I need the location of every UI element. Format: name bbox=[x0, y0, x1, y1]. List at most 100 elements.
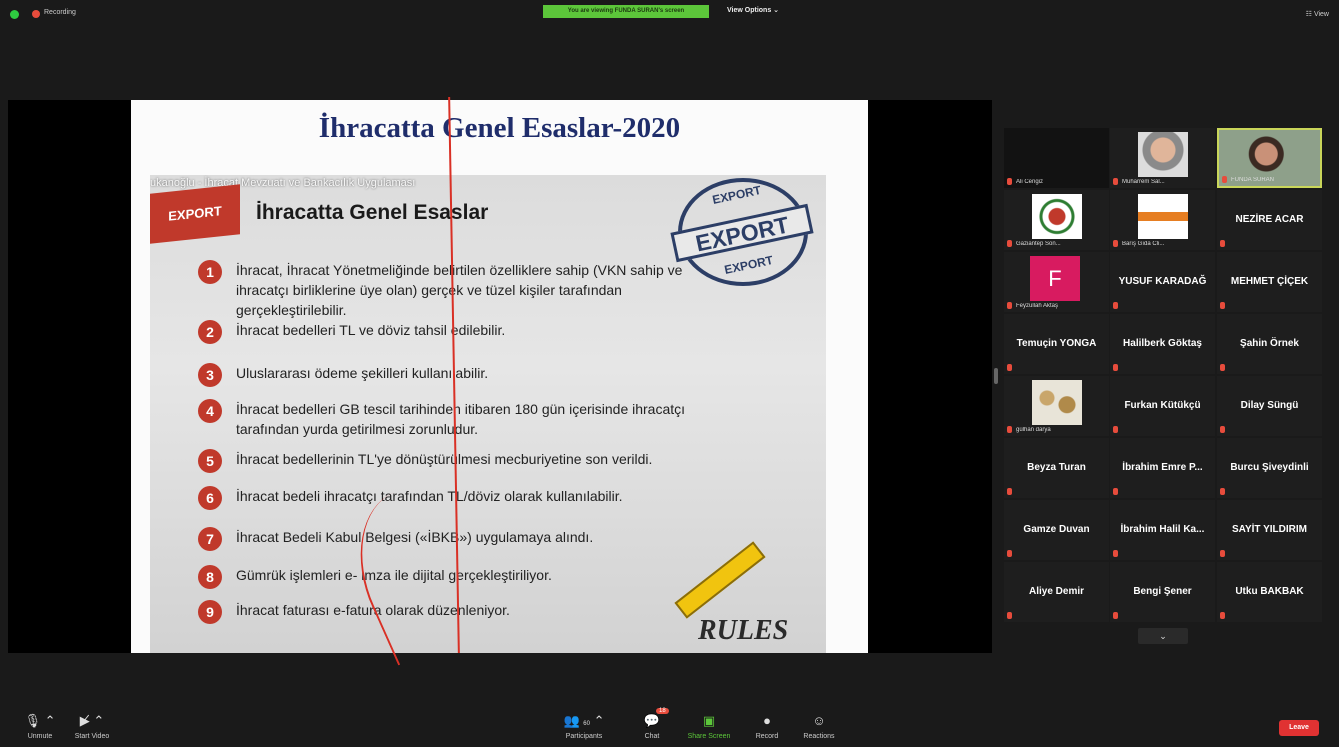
leave-button[interactable]: Leave bbox=[1279, 720, 1319, 736]
participant-logo-icon bbox=[1138, 194, 1188, 239]
meeting-toolbar: 🎙︎ ⌃ Unmute ▶̸ ⌃ Start Video 👥 60 ⌃ Part… bbox=[0, 705, 1339, 747]
stamp-bottom-text: EXPORT bbox=[723, 253, 775, 277]
mic-muted-icon bbox=[1220, 364, 1225, 371]
participant-name: Utku BAKBAK bbox=[1235, 586, 1304, 597]
mic-muted-icon bbox=[1113, 488, 1118, 495]
mic-muted-icon bbox=[1007, 550, 1012, 557]
item-number: 8 bbox=[198, 565, 222, 589]
mic-muted-icon bbox=[1220, 240, 1225, 247]
participant-tile[interactable]: Temuçin YONGA bbox=[1004, 314, 1109, 374]
participant-name: Gaziantep Son... bbox=[1016, 241, 1061, 247]
participant-tile[interactable]: Şahin Örnek bbox=[1217, 314, 1322, 374]
participant-avatar: F bbox=[1030, 256, 1080, 301]
participant-tile[interactable]: Gaziantep Son... bbox=[1004, 190, 1109, 250]
participant-tile[interactable]: Aliye Demir bbox=[1004, 562, 1109, 622]
mic-muted-icon bbox=[1220, 488, 1225, 495]
participant-tile[interactable]: NEZİRE ACAR bbox=[1217, 190, 1322, 250]
gallery-next-page-button[interactable]: ⌄ bbox=[1138, 628, 1188, 644]
reactions-button[interactable]: ☺ Reactions bbox=[779, 705, 859, 740]
mic-muted-icon bbox=[1007, 178, 1012, 185]
stamp-main-text: EXPORT bbox=[670, 203, 814, 263]
participant-tile[interactable]: YUSUF KARADAĞ bbox=[1110, 252, 1215, 312]
mic-muted-icon bbox=[1113, 550, 1118, 557]
participant-tile[interactable]: MEHMET ÇİÇEK bbox=[1217, 252, 1322, 312]
participant-name: Aliye Demir bbox=[1028, 586, 1085, 597]
participant-tile[interactable]: Utku BAKBAK bbox=[1217, 562, 1322, 622]
mic-muted-icon bbox=[1007, 426, 1012, 433]
recording-icon bbox=[32, 10, 40, 18]
item-text: İhracat bedelleri TL ve döviz tahsil edi… bbox=[236, 322, 506, 338]
participant-name: FUNDA SURAN bbox=[1231, 177, 1275, 183]
mic-muted-icon bbox=[1220, 426, 1225, 433]
export-ribbon: EXPORT bbox=[150, 184, 240, 244]
stamp-top-text: EXPORT bbox=[711, 183, 763, 207]
participant-tile[interactable]: Halilberk Göktaş bbox=[1110, 314, 1215, 374]
viewing-screen-banner: You are viewing FUNDA SURAN's screen bbox=[543, 5, 709, 18]
mic-muted-icon bbox=[1113, 302, 1118, 309]
participant-logo-icon bbox=[1032, 194, 1082, 239]
participant-name: Temuçin YONGA bbox=[1016, 338, 1097, 349]
item-text: İhracat Bedeli Kabul Belgesi («İBKB») uy… bbox=[236, 529, 594, 545]
mic-muted-icon bbox=[1113, 612, 1118, 619]
participant-tile[interactable]: F Feyzullah Aktaş bbox=[1004, 252, 1109, 312]
view-layout-button[interactable]: ☷ View bbox=[1306, 10, 1329, 18]
participant-tile[interactable]: Furkan Kütükçü bbox=[1110, 376, 1215, 436]
participant-name: SAYİT YILDIRIM bbox=[1231, 524, 1307, 535]
panel-resize-handle[interactable] bbox=[994, 368, 998, 384]
rules-label: RULES bbox=[698, 615, 789, 646]
item-text: İhracat bedelleri GB tescil tarihinden i… bbox=[236, 401, 686, 437]
presentation-slide: İhracatta Genel Esaslar-2020 ukanoğlu - … bbox=[131, 97, 868, 666]
item-text: İhracat bedellerinin TL'ye dönüştürülmes… bbox=[236, 451, 653, 467]
photo-heading: İhracatta Genel Esaslar bbox=[256, 201, 489, 224]
participant-name: Feyzullah Aktaş bbox=[1016, 303, 1059, 309]
participant-name: İbrahim Halil Ka... bbox=[1120, 524, 1205, 535]
participant-tile[interactable]: FUNDA SURAN bbox=[1217, 128, 1322, 188]
mic-muted-icon bbox=[1222, 176, 1227, 183]
participant-name: Beyza Turan bbox=[1027, 462, 1086, 473]
participant-gallery: Ali Cengiz Muharrem Sal... FUNDA SURAN Gazi… bbox=[1004, 128, 1328, 623]
participants-count: 60 bbox=[583, 721, 590, 727]
item-number: 6 bbox=[198, 486, 222, 510]
participant-tile[interactable]: Muharrem Sal... bbox=[1110, 128, 1215, 188]
recording-label: Recording bbox=[44, 9, 76, 16]
mic-muted-icon bbox=[1007, 612, 1012, 619]
participant-tile[interactable]: SAYİT YILDIRIM bbox=[1217, 500, 1322, 560]
participant-name: Dilay Süngü bbox=[1240, 400, 1299, 411]
participant-tile[interactable]: Barış Gıda Cli... bbox=[1110, 190, 1215, 250]
chat-unread-badge: 18 bbox=[656, 708, 669, 714]
participant-tile[interactable]: İbrahim Halil Ka... bbox=[1110, 500, 1215, 560]
item-number: 7 bbox=[198, 527, 222, 551]
participant-name: gülhan darya bbox=[1016, 427, 1051, 433]
participant-name: Burcu Şiveydinli bbox=[1230, 462, 1309, 473]
participant-name: NEZİRE ACAR bbox=[1235, 214, 1304, 225]
mic-muted-icon bbox=[1220, 302, 1225, 309]
participant-name: Şahin Örnek bbox=[1240, 338, 1299, 349]
mic-muted-icon bbox=[1007, 302, 1012, 309]
participant-name: MEHMET ÇİÇEK bbox=[1230, 276, 1309, 287]
participant-name: Muharrem Sal... bbox=[1122, 179, 1165, 185]
mic-muted-icon bbox=[1007, 364, 1012, 371]
mic-muted-icon bbox=[1007, 488, 1012, 495]
participant-tile[interactable]: Gamze Duvan bbox=[1004, 500, 1109, 560]
participant-tile[interactable]: Ali Cengiz bbox=[1004, 128, 1109, 188]
item-text: İhracat, İhracat Yönetmeliğinde belirtil… bbox=[236, 262, 683, 318]
start-video-button[interactable]: ▶̸ ⌃ Start Video bbox=[52, 705, 132, 740]
security-shield-icon[interactable] bbox=[10, 10, 19, 19]
photo-caption: ukanoğlu - İhracat Mevzuatı ve Bankacılı… bbox=[150, 177, 416, 189]
participant-tile[interactable]: Burcu Şiveydinli bbox=[1217, 438, 1322, 498]
participant-tile[interactable]: Bengi Şener bbox=[1110, 562, 1215, 622]
item-number: 9 bbox=[198, 600, 222, 624]
video-off-icon: ▶̸ ⌃ bbox=[79, 713, 105, 728]
view-options-button[interactable]: View Options ⌄ bbox=[727, 6, 779, 14]
mic-muted-icon bbox=[1220, 612, 1225, 619]
participant-tile[interactable]: İbrahim Emre P... bbox=[1110, 438, 1215, 498]
participant-tile[interactable]: Beyza Turan bbox=[1004, 438, 1109, 498]
participant-tile[interactable]: Dilay Süngü bbox=[1217, 376, 1322, 436]
participant-name: Barış Gıda Cli... bbox=[1122, 241, 1165, 247]
item-number: 1 bbox=[198, 260, 222, 284]
participant-name: Bengi Şener bbox=[1133, 586, 1192, 597]
item-number: 5 bbox=[198, 449, 222, 473]
participant-tile[interactable]: gülhan darya bbox=[1004, 376, 1109, 436]
item-number: 4 bbox=[198, 399, 222, 423]
start-video-label: Start Video bbox=[74, 733, 110, 740]
